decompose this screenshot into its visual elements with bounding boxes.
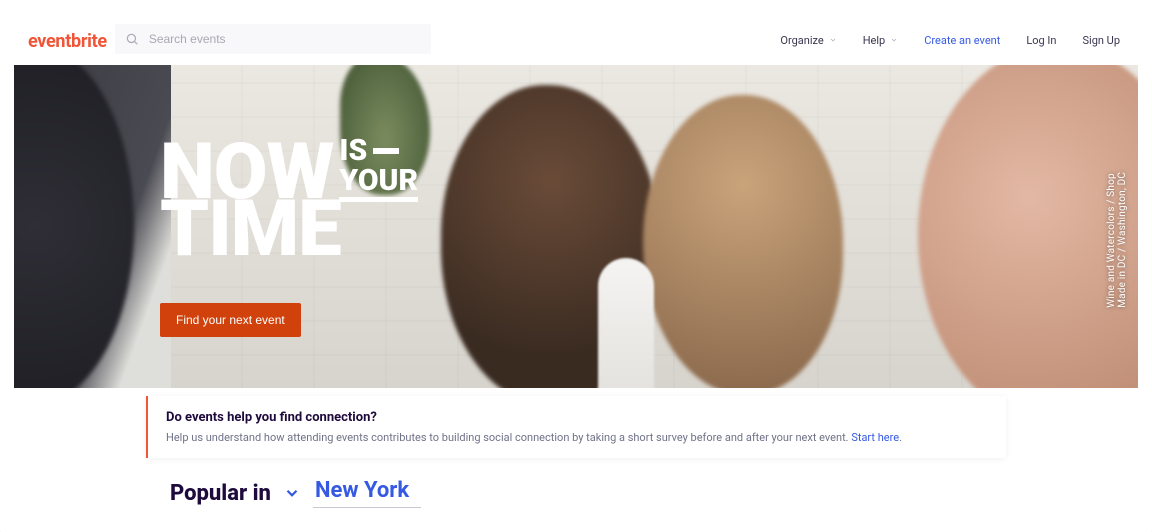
- survey-desc: Help us understand how attending events …: [166, 431, 988, 444]
- find-event-button[interactable]: Find your next event: [160, 303, 301, 337]
- hero-bottle: [598, 258, 654, 388]
- popular-in: Popular in New York: [170, 478, 1138, 508]
- search-input[interactable]: [149, 32, 421, 46]
- popular-label: Popular in: [170, 481, 271, 506]
- photo-credit: Wine and Watercolors / Shop Made in DC /…: [1106, 146, 1128, 308]
- chevron-down-icon[interactable]: [283, 484, 301, 502]
- nav-help-label: Help: [863, 34, 886, 47]
- nav-create-event[interactable]: Create an event: [924, 34, 1000, 47]
- nav-right: Organize Help Create an event Log In Sig…: [780, 34, 1120, 47]
- hero-headline: NOW IS YOUR TIME: [160, 143, 418, 261]
- hero-person-3: [918, 65, 1138, 388]
- nav-login[interactable]: Log In: [1026, 34, 1056, 47]
- survey-text: Help us understand how attending events …: [166, 431, 851, 444]
- search-box[interactable]: [115, 24, 431, 54]
- nav-organize-label: Organize: [780, 34, 823, 47]
- chevron-down-icon: [890, 36, 898, 44]
- hero: NOW IS YOUR TIME Find your next event Wi…: [14, 65, 1138, 388]
- hero-word-is: IS: [339, 136, 367, 166]
- hero-word-time: TIME: [160, 200, 418, 261]
- logo[interactable]: eventbrite: [28, 31, 107, 52]
- popular-city-input[interactable]: New York: [313, 478, 421, 508]
- search-icon: [125, 32, 139, 46]
- nav-help[interactable]: Help: [863, 34, 899, 47]
- survey-period: .: [899, 431, 902, 444]
- hero-person-2: [643, 95, 843, 388]
- nav-organize[interactable]: Organize: [780, 34, 836, 47]
- hero-dash: [373, 148, 399, 154]
- header: eventbrite Organize Help Create an event…: [14, 15, 1138, 65]
- survey-link[interactable]: Start here: [851, 431, 899, 444]
- nav-signup[interactable]: Sign Up: [1083, 34, 1121, 47]
- hero-word-your: YOUR: [339, 166, 418, 196]
- chevron-down-icon: [829, 36, 837, 44]
- hero-figure-left: [14, 65, 134, 388]
- survey-banner: Do events help you find connection? Help…: [146, 396, 1006, 458]
- survey-title: Do events help you find connection?: [166, 410, 988, 425]
